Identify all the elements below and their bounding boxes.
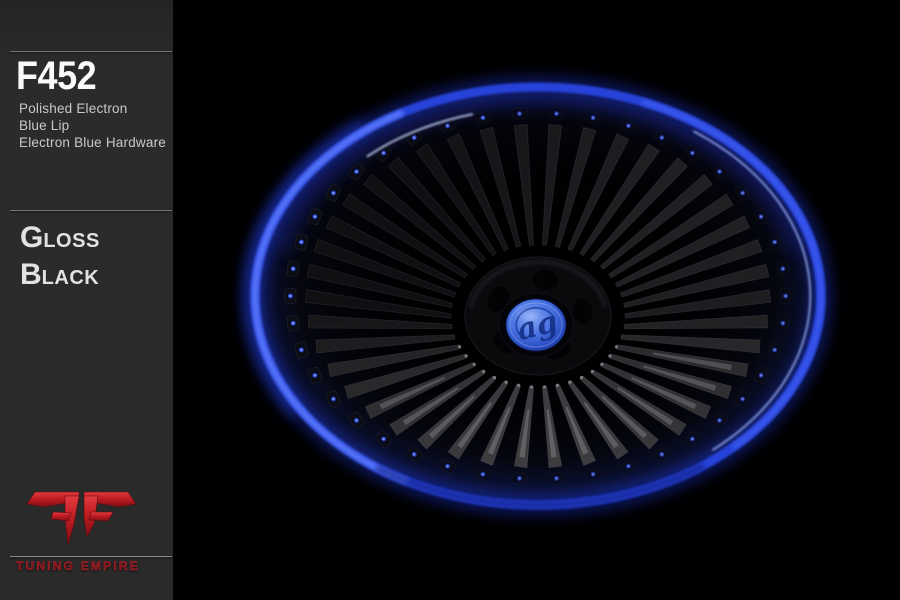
product-image: ag F452 Polished Electron Blue Lip Elect…: [0, 0, 900, 600]
finish-description-line: Blue Lip: [19, 117, 166, 134]
tf-monogram: [27, 492, 136, 545]
color-finish-word: BLACK: [20, 258, 100, 295]
finish-description-line: Electron Blue Hardware: [19, 134, 166, 151]
divider: [10, 556, 172, 557]
model-name: F452: [16, 57, 96, 95]
brand-name: TUNING EMPIRE: [16, 559, 140, 573]
finish-description-line: Polished Electron: [19, 100, 166, 117]
color-finish: GLOSS BLACK: [20, 221, 100, 295]
divider: [10, 210, 172, 211]
color-finish-word: GLOSS: [20, 221, 100, 258]
tuning-empire-logo: [23, 488, 139, 550]
info-sidebar: F452 Polished Electron Blue Lip Electron…: [0, 0, 173, 600]
finish-description: Polished Electron Blue Lip Electron Blue…: [19, 100, 166, 151]
divider: [10, 51, 172, 52]
